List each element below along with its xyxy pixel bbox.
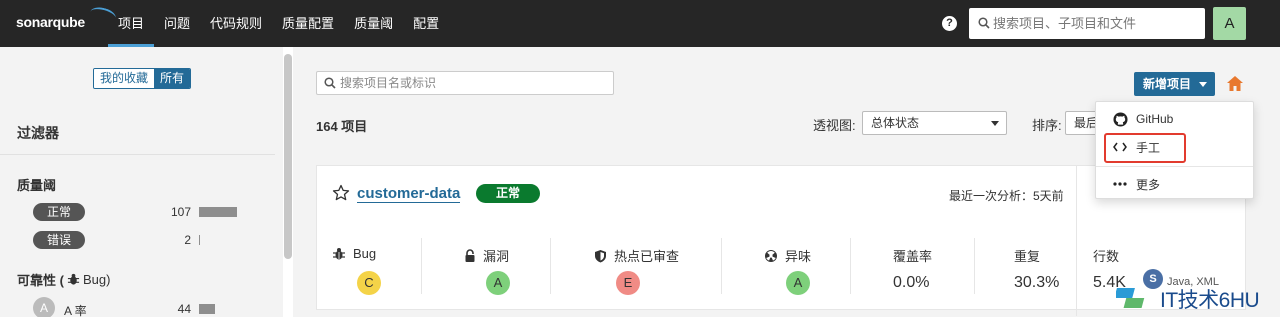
project-search-input[interactable]	[340, 72, 610, 94]
bug-icon	[333, 247, 345, 259]
divider	[421, 238, 422, 294]
favorites-toggle: 我的收藏 所有	[93, 68, 192, 89]
toggle-favorites[interactable]: 我的收藏	[94, 69, 155, 88]
menu-item-more-label: 更多	[1136, 177, 1161, 192]
nav-projects[interactable]: 项目	[108, 0, 155, 47]
duplications-value[interactable]: 30.3%	[1014, 274, 1059, 292]
perspective-value: 总体状态	[871, 116, 920, 130]
gate-failed-pill[interactable]: 错误	[33, 231, 86, 249]
divider	[1076, 166, 1077, 316]
filters-title: 过滤器	[17, 125, 59, 141]
rating-a-circle: A	[33, 297, 55, 317]
metric-code-smells[interactable]: 异味	[764, 246, 811, 265]
watermark-logo	[1114, 284, 1158, 314]
vulnerability-rating[interactable]: A	[486, 271, 510, 295]
metric-coverage: 覆盖率	[893, 246, 932, 265]
menu-item-github[interactable]: GitHub	[1096, 106, 1253, 132]
top-navigation-bar: sonarqube 项目 问题 代码规则 质量配置 质量阈 配置 ? A	[0, 0, 1280, 47]
hotspots-rating[interactable]: E	[616, 271, 640, 295]
metric-hotspots[interactable]: 热点已审查	[594, 246, 679, 265]
nav-issues[interactable]: 问题	[154, 0, 200, 47]
nav-administration[interactable]: 配置	[403, 0, 449, 47]
metric-coverage-label: 覆盖率	[893, 249, 933, 264]
gate-passed-bar	[199, 207, 237, 217]
logo-text: sonarqube	[16, 14, 85, 30]
sort-label: 排序:	[1032, 118, 1062, 133]
menu-item-more[interactable]: 更多	[1096, 171, 1253, 197]
project-name-link[interactable]: customer-data	[357, 185, 461, 203]
metric-vulnerability[interactable]: 漏洞	[464, 246, 509, 265]
github-icon	[1112, 111, 1128, 127]
chevron-down-icon	[1199, 82, 1207, 87]
nav-quality-profiles[interactable]: 质量配置	[272, 0, 344, 47]
sonarqube-logo[interactable]: sonarqube	[16, 4, 118, 30]
status-badge: 正常	[476, 184, 540, 203]
rating-a-bar	[199, 304, 215, 314]
divider	[850, 238, 851, 294]
gate-failed-count: 2	[184, 233, 191, 247]
metric-hotspots-label: 热点已审查	[614, 249, 680, 264]
reliability-sub: Bug)	[82, 272, 111, 287]
nav-rules[interactable]: 代码规则	[200, 0, 272, 47]
gate-passed-count: 107	[170, 205, 191, 219]
divider	[1096, 166, 1253, 167]
new-project-label: 新增项目	[1143, 77, 1192, 91]
bug-rating[interactable]: C	[357, 271, 381, 295]
perspective-select[interactable]: 总体状态	[862, 111, 1007, 135]
divider	[721, 238, 722, 294]
lock-icon	[465, 248, 475, 262]
filters-sidebar: 我的收藏 所有 过滤器 质量阈 正常 107 错误 2 可靠性 ( Bug) A…	[0, 47, 283, 317]
reliability-title: 可靠性 ( Bug)	[17, 270, 110, 289]
watermark-text: IT技术6HU	[1160, 289, 1260, 312]
global-search[interactable]	[969, 8, 1205, 39]
coverage-value[interactable]: 0.0%	[893, 274, 929, 292]
watermark: IT技术6HU	[1114, 282, 1276, 316]
project-search[interactable]	[316, 71, 614, 95]
nav-quality-gates[interactable]: 质量阈	[344, 0, 403, 47]
perspective-label: 透视图:	[813, 118, 856, 133]
search-icon	[324, 77, 336, 89]
chevron-down-icon	[991, 121, 999, 126]
radioactive-icon	[765, 249, 777, 262]
gate-failed-bar	[199, 235, 200, 245]
toggle-all[interactable]: 所有	[154, 69, 191, 88]
divider	[974, 238, 975, 294]
highlight-annotation	[1104, 133, 1186, 163]
shield-icon	[595, 249, 606, 262]
project-count: 164 项目	[316, 119, 368, 134]
metric-duplications-label: 重复	[1014, 249, 1041, 264]
menu-item-github-label: GitHub	[1136, 112, 1174, 126]
metric-vulnerability-label: 漏洞	[483, 249, 510, 264]
metric-bug-label: Bug	[353, 246, 377, 261]
rating-a-count: 44	[177, 302, 191, 316]
metric-lines-label: 行数	[1093, 249, 1120, 264]
gate-passed-pill[interactable]: 正常	[33, 203, 86, 221]
divider	[550, 238, 551, 294]
help-icon[interactable]: ?	[942, 16, 957, 31]
main-nav: 项目 问题 代码规则 质量配置 质量阈 配置	[108, 0, 449, 47]
bug-icon	[67, 273, 80, 285]
search-icon	[978, 17, 990, 29]
metric-lines: 行数	[1093, 246, 1119, 265]
user-avatar[interactable]: A	[1213, 7, 1246, 40]
rating-a-label[interactable]: A 率	[64, 302, 87, 317]
global-search-input[interactable]	[993, 8, 1198, 39]
quality-gate-title: 质量阈	[17, 178, 57, 193]
reliability-label: 可靠性 (	[17, 273, 64, 288]
new-project-button[interactable]: 新增项目	[1134, 72, 1215, 96]
sidebar-scrollbar[interactable]	[284, 54, 292, 259]
home-icon[interactable]	[1226, 75, 1244, 92]
metric-bug[interactable]: Bug	[332, 246, 376, 261]
more-icon	[1112, 182, 1128, 186]
star-icon[interactable]	[332, 184, 350, 202]
metric-code-smells-label: 异味	[785, 249, 812, 264]
metric-duplications: 重复	[1014, 246, 1040, 265]
last-analysis: 最近一次分析：5天前	[949, 189, 1064, 203]
code-smells-rating[interactable]: A	[786, 271, 810, 295]
divider	[0, 154, 275, 155]
